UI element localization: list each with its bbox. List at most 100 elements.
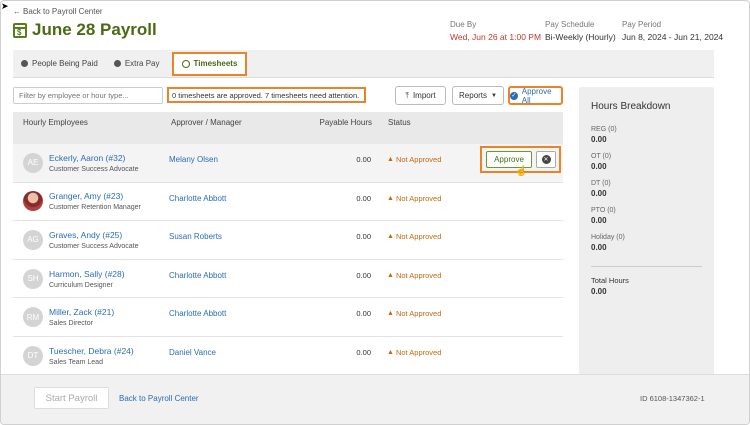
table-row[interactable]: AG Graves, Andy (#25) Customer Success A…	[13, 221, 563, 260]
avatar: DT	[23, 345, 43, 366]
warning-icon: ▲	[387, 271, 394, 279]
tab-extra-pay[interactable]: Extra Pay	[106, 50, 168, 78]
employee-name-link[interactable]: Graves, Andy (#25)	[49, 230, 169, 240]
avatar	[23, 191, 43, 212]
pay-schedule-value: Bi-Weekly (Hourly)	[545, 32, 616, 42]
pay-schedule-label: Pay Schedule	[545, 20, 595, 29]
hours-breakdown-panel: Hours Breakdown REG (0) 0.00 OT (0) 0.00…	[579, 87, 714, 376]
breakdown-item-dt: DT (0) 0.00	[591, 180, 611, 198]
person-icon	[21, 60, 28, 67]
hand-pointer-icon: ☝	[515, 166, 528, 177]
back-to-payroll-center-link[interactable]: Back to Payroll Center	[119, 394, 199, 403]
timesheets-table: Hourly Employees Approver / Manager Paya…	[13, 112, 563, 376]
tab-people-being-paid[interactable]: People Being Paid	[13, 50, 106, 78]
breakdown-item-holiday: Holiday (0) 0.00	[591, 234, 625, 252]
arrow-left-icon: ←	[13, 7, 21, 16]
avatar: AE	[23, 152, 43, 173]
manager-link[interactable]: Daniel Vance	[169, 348, 279, 357]
employee-name-link[interactable]: Miller, Zack (#21)	[49, 307, 169, 317]
tabs-bar: People Being Paid Extra Pay Timesheets	[13, 50, 714, 78]
breakdown-item-ot: OT (0) 0.00	[591, 153, 612, 171]
breakdown-item-pto: PTO (0) 0.00	[591, 207, 616, 225]
employee-name-link[interactable]: Harmon, Sally (#28)	[49, 269, 169, 279]
due-by-label: Due By	[450, 20, 477, 29]
status-badge: ▲ Not Approved	[387, 193, 442, 203]
footer: Start Payroll Back to Payroll Center ID …	[1, 374, 749, 424]
warning-icon: ▲	[387, 310, 394, 318]
status-badge: ▲ Not Approved	[387, 155, 442, 164]
employee-role: Sales Director	[49, 320, 93, 328]
column-header-employee: Hourly Employees	[23, 118, 88, 127]
employee-role: Customer Retention Manager	[49, 204, 141, 212]
payable-hours: 0.00	[356, 155, 371, 164]
start-payroll-button[interactable]: Start Payroll	[34, 387, 109, 409]
reject-button[interactable]: ✕	[536, 151, 556, 168]
manager-link[interactable]: Charlotte Abbott	[169, 271, 279, 280]
employee-name-link[interactable]: Tuescher, Debra (#24)	[49, 346, 169, 356]
pay-period-block: Pay Period Jun 8, 2024 - Jun 21, 2024	[622, 20, 723, 42]
employee-role: Sales Team Lead	[49, 358, 103, 366]
payable-hours: 0.00	[356, 193, 371, 203]
check-circle-icon: ✓	[510, 91, 518, 100]
avatar: SH	[23, 268, 43, 289]
employee-name-link[interactable]: Granger, Amy (#23)	[49, 191, 169, 201]
manager-link[interactable]: Susan Roberts	[169, 232, 279, 241]
total-hours-value: 0.00	[591, 287, 607, 296]
warning-icon: ▲	[387, 156, 394, 163]
caret-down-icon: ▼	[491, 92, 497, 99]
warning-icon: ▲	[387, 233, 394, 241]
employee-cell: Harmon, Sally (#28) Curriculum Designer	[49, 269, 169, 289]
calendar-dollar-icon: $	[13, 22, 27, 38]
import-button[interactable]: ⤒ Import	[395, 86, 446, 105]
page-title: June 28 Payroll	[32, 20, 157, 39]
payroll-window: ➤ ← Back to Payroll Center $ June 28 Pay…	[0, 0, 750, 425]
employee-cell: Eckerly, Aaron (#32) Customer Success Ad…	[49, 153, 169, 173]
hours-breakdown-title: Hours Breakdown	[591, 101, 671, 112]
column-header-manager: Approver / Manager	[171, 118, 242, 127]
manager-link[interactable]: Melany Olsen	[169, 155, 279, 164]
avatar: AG	[23, 229, 43, 250]
avatar: RM	[23, 307, 43, 328]
table-row[interactable]: Granger, Amy (#23) Customer Retention Ma…	[13, 183, 563, 222]
pay-schedule-block: Pay Schedule Bi-Weekly (Hourly)	[545, 20, 616, 42]
employee-name-link[interactable]: Eckerly, Aaron (#32)	[49, 153, 169, 163]
payable-hours: 0.00	[356, 270, 371, 280]
tab-timesheets[interactable]: Timesheets	[171, 51, 248, 76]
timesheet-status-note: 0 timesheets are approved. 7 timesheets …	[167, 87, 366, 103]
due-by-block: Due By Wed, Jun 26 at 1:00 PM	[450, 20, 541, 42]
mouse-pointer-icon: ➤	[1, 1, 9, 11]
column-header-status: Status	[388, 118, 411, 127]
table-row[interactable]: DT Tuescher, Debra (#24) Sales Team Lead…	[13, 337, 563, 376]
back-to-payroll-center-link-top[interactable]: ← Back to Payroll Center	[13, 7, 103, 16]
reports-dropdown-button[interactable]: Reports ▼	[452, 86, 504, 105]
breakdown-item-reg: REG (0) 0.00	[591, 126, 617, 144]
employee-cell: Miller, Zack (#21) Sales Director	[49, 307, 169, 327]
column-header-hours: Payable Hours	[319, 118, 372, 127]
table-header: Hourly Employees Approver / Manager Paya…	[13, 112, 563, 144]
status-badge: ▲ Not Approved	[387, 309, 442, 319]
status-badge: ▲ Not Approved	[387, 270, 442, 280]
payroll-id: ID 6108-1347362-1	[640, 394, 705, 403]
approve-all-button[interactable]: ✓ Approve All	[508, 86, 563, 105]
page-header: $ June 28 Payroll	[13, 20, 157, 40]
employee-role: Curriculum Designer	[49, 281, 113, 289]
total-hours: Total Hours 0.00	[591, 266, 702, 296]
pay-period-value: Jun 8, 2024 - Jun 21, 2024	[622, 32, 724, 42]
close-circle-icon: ✕	[541, 155, 551, 164]
employee-cell: Tuescher, Debra (#24) Sales Team Lead	[49, 346, 169, 366]
filter-input[interactable]	[13, 87, 163, 104]
manager-link[interactable]: Charlotte Abbott	[169, 309, 279, 318]
total-hours-label: Total Hours	[591, 276, 629, 285]
manager-link[interactable]: Charlotte Abbott	[169, 194, 279, 203]
employee-cell: Graves, Andy (#25) Customer Success Advo…	[49, 230, 169, 250]
warning-icon: ▲	[387, 348, 394, 356]
due-by-value: Wed, Jun 26 at 1:00 PM	[450, 32, 542, 42]
table-row[interactable]: SH Harmon, Sally (#28) Curriculum Design…	[13, 260, 563, 299]
back-link-label: Back to Payroll Center	[23, 7, 103, 16]
table-row[interactable]: RM Miller, Zack (#21) Sales Director Cha…	[13, 298, 563, 337]
pay-period-label: Pay Period	[622, 20, 662, 29]
status-badge: ▲ Not Approved	[387, 232, 442, 242]
employee-cell: Granger, Amy (#23) Customer Retention Ma…	[49, 191, 169, 211]
dollar-icon	[113, 60, 121, 67]
employee-role: Customer Success Advocate	[49, 165, 139, 173]
